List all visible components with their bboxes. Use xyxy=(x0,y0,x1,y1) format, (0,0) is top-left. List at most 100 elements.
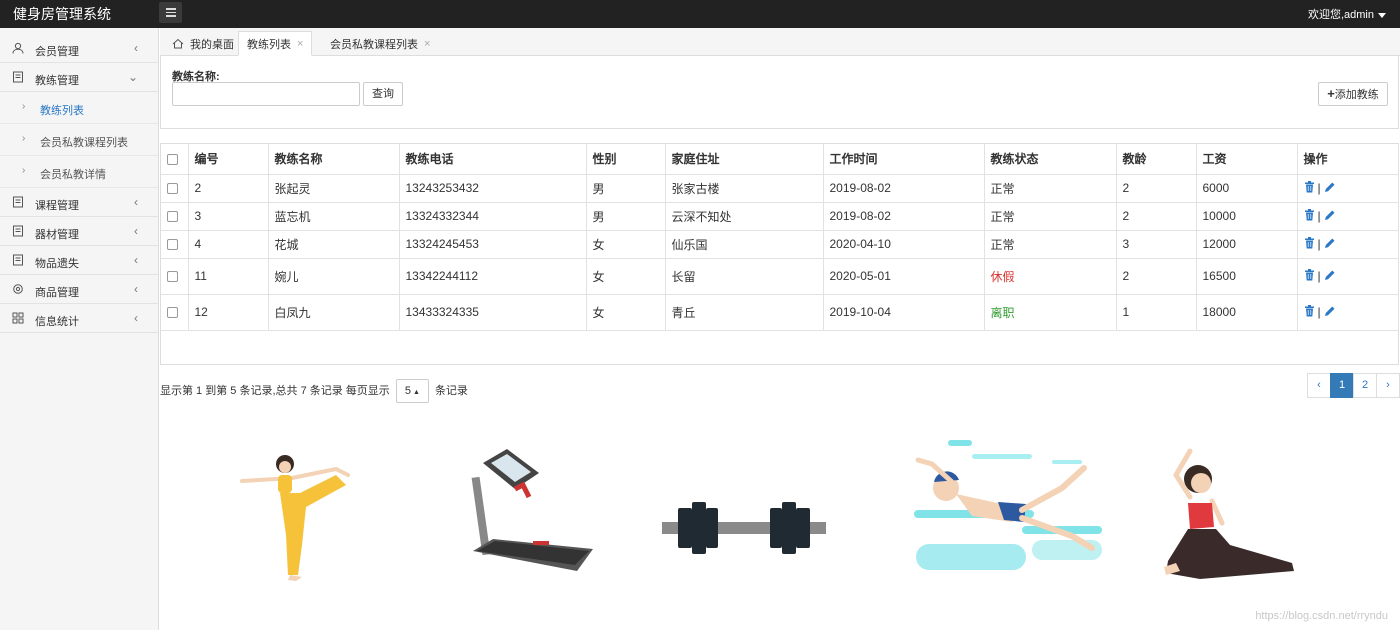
query-button[interactable]: 查询 xyxy=(363,82,403,106)
cell-id: 11 xyxy=(188,258,269,295)
sidebar-item-lost-items[interactable]: 物品遗失 ‹ xyxy=(0,246,158,275)
cell-gender: 女 xyxy=(586,258,666,295)
cell-status: 正常 xyxy=(984,174,1117,203)
sidebar-item-label: 器材管理 xyxy=(35,229,79,241)
search-panel: 教练名称: 查询 +添加教练 xyxy=(160,56,1399,129)
document-icon xyxy=(13,71,23,83)
select-all-checkbox[interactable] xyxy=(167,154,178,166)
cell-work-date: 2020-04-10 xyxy=(823,230,985,259)
cell-name: 蓝忘机 xyxy=(268,202,400,231)
watermark-text: https://blog.csdn.net/rryndu xyxy=(1255,610,1388,622)
trash-icon[interactable] xyxy=(1304,209,1315,221)
column-header: 操作 xyxy=(1297,144,1399,175)
table-row: 3 蓝忘机 13324332344 男云深不知处 2019-08-02 正常 2 10000 | xyxy=(161,202,1399,231)
row-checkbox[interactable] xyxy=(167,183,178,195)
cell-id: 12 xyxy=(188,294,269,331)
hamburger-line xyxy=(165,15,176,17)
row-checkbox[interactable] xyxy=(167,271,178,283)
trash-icon[interactable] xyxy=(1304,181,1315,193)
sidebar-subitem-label: 教练列表 xyxy=(40,105,84,117)
cell-work-date: 2019-10-04 xyxy=(823,294,985,331)
user-menu[interactable]: 欢迎您,admin xyxy=(1308,6,1386,22)
swimmer-illustration xyxy=(914,440,1102,570)
sidebar-item-members[interactable]: 会员管理 ‹ xyxy=(0,34,158,63)
cell-address: 长留 xyxy=(665,258,824,295)
pagination-suffix: 条记录 xyxy=(434,384,468,397)
close-icon[interactable]: × xyxy=(297,38,303,50)
cell-phone: 13243253432 xyxy=(399,174,587,203)
cell-gender: 女 xyxy=(586,294,666,331)
table-row: 2 张起灵 13243253432 男张家古楼 2019-08-02 正常 2 6000 | xyxy=(161,174,1399,203)
page-button[interactable]: 2 xyxy=(1353,373,1377,398)
column-header: 教龄 xyxy=(1116,144,1197,175)
cell-name: 白凤九 xyxy=(268,294,400,331)
cell-years: 1 xyxy=(1116,294,1197,331)
coach-table-panel: 编号 教练名称 教练电话 性别 家庭住址 工作时间 教练状态 教龄 工资 操作 … xyxy=(160,143,1399,365)
edit-pencil-icon[interactable] xyxy=(1324,269,1336,281)
cell-name: 婉儿 xyxy=(268,258,400,295)
pagination: ‹ 1 2 › xyxy=(1307,373,1400,398)
sidebar-subitem-coach-list[interactable]: › 教练列表 xyxy=(0,92,158,124)
row-select-cell xyxy=(161,294,189,331)
user-greeting: 欢迎您,admin xyxy=(1307,9,1374,21)
tab-coach-list[interactable]: 教练列表 × xyxy=(238,31,313,56)
cell-years: 3 xyxy=(1116,230,1197,259)
trash-icon[interactable] xyxy=(1304,305,1315,317)
sidebar-subitem-label: 会员私教详情 xyxy=(40,169,106,181)
chevron-left-icon: ‹ xyxy=(134,224,138,238)
column-header: 工作时间 xyxy=(823,144,985,175)
add-coach-button[interactable]: +添加教练 xyxy=(1318,82,1388,106)
sidebar-item-products[interactable]: 商品管理 ‹ xyxy=(0,275,158,304)
cell-actions: | xyxy=(1297,258,1399,295)
sidebar-subitem-private-course-list[interactable]: › 会员私教课程列表 xyxy=(0,124,158,156)
prev-page-button[interactable]: ‹ xyxy=(1307,373,1331,398)
sidebar-item-courses[interactable]: 课程管理 ‹ xyxy=(0,188,158,217)
tab-bar: 我的桌面 教练列表 × 会员私教课程列表 × xyxy=(160,28,1400,56)
column-header: 工资 xyxy=(1196,144,1298,175)
document-icon xyxy=(13,196,23,208)
edit-pencil-icon[interactable] xyxy=(1324,237,1336,249)
tab-desktop[interactable]: 我的桌面 xyxy=(164,31,242,56)
treadmill-illustration xyxy=(471,449,593,571)
column-header: 教练名称 xyxy=(268,144,400,175)
edit-pencil-icon[interactable] xyxy=(1324,209,1336,221)
cell-phone: 13324245453 xyxy=(399,230,587,259)
document-icon xyxy=(13,254,23,266)
trash-icon[interactable] xyxy=(1304,269,1315,281)
cell-gender: 女 xyxy=(586,230,666,259)
close-icon[interactable]: × xyxy=(424,38,430,50)
row-select-cell xyxy=(161,230,189,259)
action-separator: | xyxy=(1317,305,1321,319)
coach-name-input[interactable] xyxy=(172,82,360,106)
sidebar-item-label: 商品管理 xyxy=(35,287,79,299)
cell-actions: | xyxy=(1297,174,1399,203)
tab-label: 会员私教课程列表 xyxy=(330,38,418,51)
row-checkbox[interactable] xyxy=(167,239,178,251)
sidebar-subitem-private-details[interactable]: › 会员私教详情 xyxy=(0,156,158,188)
page-size-select[interactable]: 5 ▲ xyxy=(395,379,429,403)
edit-pencil-icon[interactable] xyxy=(1324,181,1336,193)
caret-down-icon xyxy=(1378,12,1386,18)
sidebar-item-equipment[interactable]: 器材管理 ‹ xyxy=(0,217,158,246)
chevron-right-icon: › xyxy=(22,101,26,112)
home-icon xyxy=(172,38,184,49)
next-page-button[interactable]: › xyxy=(1376,373,1400,398)
hamburger-icon xyxy=(165,8,176,10)
edit-pencil-icon[interactable] xyxy=(1324,305,1336,317)
cell-salary: 6000 xyxy=(1196,174,1298,203)
page-button[interactable]: 1 xyxy=(1330,373,1354,398)
row-select-cell xyxy=(161,258,189,295)
add-coach-label: 添加教练 xyxy=(1334,89,1379,101)
trash-icon[interactable] xyxy=(1304,237,1315,249)
cell-phone: 13324332344 xyxy=(399,202,587,231)
row-checkbox[interactable] xyxy=(167,307,178,319)
menu-toggle-button[interactable] xyxy=(159,2,182,23)
chevron-left-icon: ‹ xyxy=(134,195,138,209)
plus-icon: + xyxy=(1327,86,1335,101)
column-header: 教练状态 xyxy=(984,144,1117,175)
sidebar-item-coaches[interactable]: 教练管理 ⌄ xyxy=(0,63,158,92)
tab-private-course-list[interactable]: 会员私教课程列表 × xyxy=(322,31,438,56)
sidebar-item-statistics[interactable]: 信息统计 ‹ xyxy=(0,304,158,333)
user-icon xyxy=(12,42,24,54)
row-checkbox[interactable] xyxy=(167,211,178,223)
